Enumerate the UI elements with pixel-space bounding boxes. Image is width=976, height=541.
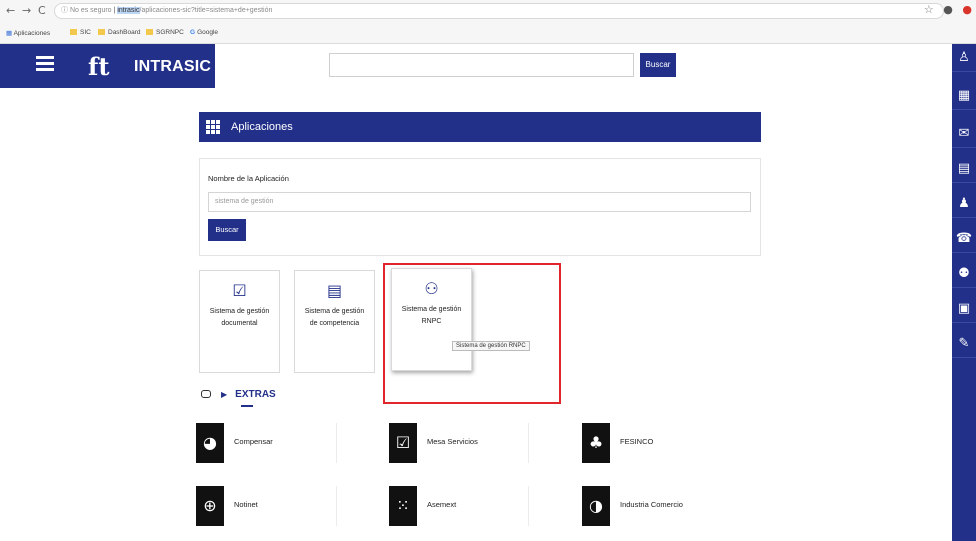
bookmark-star-icon[interactable]: ☆	[924, 3, 934, 16]
clipboard-chart-icon: ▤	[326, 281, 343, 300]
right-rail: ♙ ▦ ✉ ▤ ♟ ☎ ⚉ ▣ ✎	[952, 44, 976, 541]
extension-icon[interactable]: ●	[962, 3, 972, 16]
apps-grid-icon[interactable]: ▦	[952, 82, 976, 110]
app-tile-competencia[interactable]: ▤ Sistema de gestión de competencia	[294, 270, 375, 373]
separator	[528, 486, 529, 526]
square-icon	[201, 390, 211, 398]
tile-label: Sistema de gestión documental	[209, 308, 270, 327]
address-bar[interactable]: ⓘ No es seguro | intrasic/aplicaciones-s…	[54, 3, 944, 19]
extra-label: Asemext	[427, 500, 457, 509]
url-path: /aplicaciones-sic?title=sistema+de+gesti…	[139, 7, 273, 14]
extra-label: Mesa Servicios	[427, 437, 478, 446]
global-search-button[interactable]: Buscar	[640, 53, 676, 77]
folder-icon	[146, 29, 153, 35]
folder-icon	[98, 29, 105, 35]
tile-label: Sistema de gestión de competencia	[304, 308, 365, 327]
applications-title: Aplicaciones	[231, 121, 293, 133]
contact-icon[interactable]: ☎	[952, 225, 976, 253]
industria-comercio-icon: ◑	[582, 486, 610, 526]
wrench-icon[interactable]: ✎	[952, 330, 976, 358]
separator	[336, 486, 337, 526]
app-header: ft INTRASIC Buscar	[0, 44, 976, 88]
profile-icon[interactable]: ●	[943, 3, 953, 16]
caret-right-icon: ▶	[221, 390, 228, 399]
app-name-input[interactable]: sistema de gestión	[208, 192, 751, 212]
clipboard-icon[interactable]: ▣	[952, 295, 976, 323]
folder-icon	[70, 29, 77, 35]
app-tile-documental[interactable]: ☑ Sistema de gestión documental	[199, 270, 280, 373]
globe-icon: ⊕	[196, 486, 224, 526]
intrasic-logo-icon: ft	[88, 52, 110, 81]
global-search-input[interactable]	[329, 53, 634, 77]
bookmark-google[interactable]: G Google	[190, 29, 218, 36]
brand-name: INTRASIC	[134, 58, 212, 75]
forward-button[interactable]: →	[22, 4, 31, 17]
document-check-icon: ☑	[232, 281, 247, 300]
fesinco-icon: ♣	[582, 423, 610, 463]
reload-button[interactable]: C	[38, 4, 46, 17]
browser-chrome: ← → C ⓘ No es seguro | intrasic/aplicaci…	[0, 0, 976, 44]
bookmark-apps[interactable]: ▦ Aplicaciones	[6, 29, 50, 37]
mail-icon[interactable]: ✉	[952, 120, 976, 148]
address-row: ← → C ⓘ No es seguro | intrasic/aplicaci…	[0, 0, 976, 22]
back-button[interactable]: ←	[6, 4, 15, 17]
bookmark-dashboard[interactable]: DashBoard	[98, 29, 141, 36]
extra-label: FESINCO	[620, 437, 654, 446]
user-key-icon[interactable]: ♙	[952, 44, 976, 72]
separator	[528, 423, 529, 463]
google-icon: G	[190, 29, 196, 36]
separator	[336, 423, 337, 463]
apps-grid-icon	[206, 120, 220, 134]
bookmark-sic[interactable]: SIC	[70, 29, 91, 36]
filter-label: Nombre de la Aplicación	[208, 174, 289, 183]
extra-label: Notinet	[234, 500, 258, 509]
menu-icon[interactable]	[36, 56, 54, 71]
url-host: intrasic	[117, 7, 140, 14]
person-icon[interactable]: ♟	[952, 190, 976, 218]
bookmarks-bar: ▦ Aplicaciones SIC DashBoard SGRNPC G Goo…	[0, 22, 976, 42]
security-indicator[interactable]: ⓘ No es seguro	[61, 7, 112, 14]
extras-section-header[interactable]: ▶ EXTRAS	[201, 389, 276, 400]
compensar-icon: ◕	[196, 423, 224, 463]
search-button[interactable]: Buscar	[208, 219, 246, 241]
applications-header: Aplicaciones	[199, 112, 761, 142]
extras-underline	[241, 405, 253, 407]
browser-toolbar: ☆ ● ●	[918, 3, 972, 16]
tile-tooltip: Sistema de gestión RNPC	[452, 341, 530, 351]
extras-title: EXTRAS	[235, 389, 276, 400]
calendar-icon[interactable]: ▤	[952, 155, 976, 183]
bookmark-sgrnpc[interactable]: SGRNPC	[146, 29, 184, 36]
app-filter-panel: Nombre de la Aplicación sistema de gesti…	[199, 158, 761, 256]
group-icon[interactable]: ⚉	[952, 260, 976, 288]
selection-highlight	[383, 263, 561, 404]
mesa-servicios-icon: ☑	[389, 423, 417, 463]
extra-label: Compensar	[234, 437, 273, 446]
asemext-icon: ⁙	[389, 486, 417, 526]
extra-label: Industria Comercio	[620, 500, 683, 509]
